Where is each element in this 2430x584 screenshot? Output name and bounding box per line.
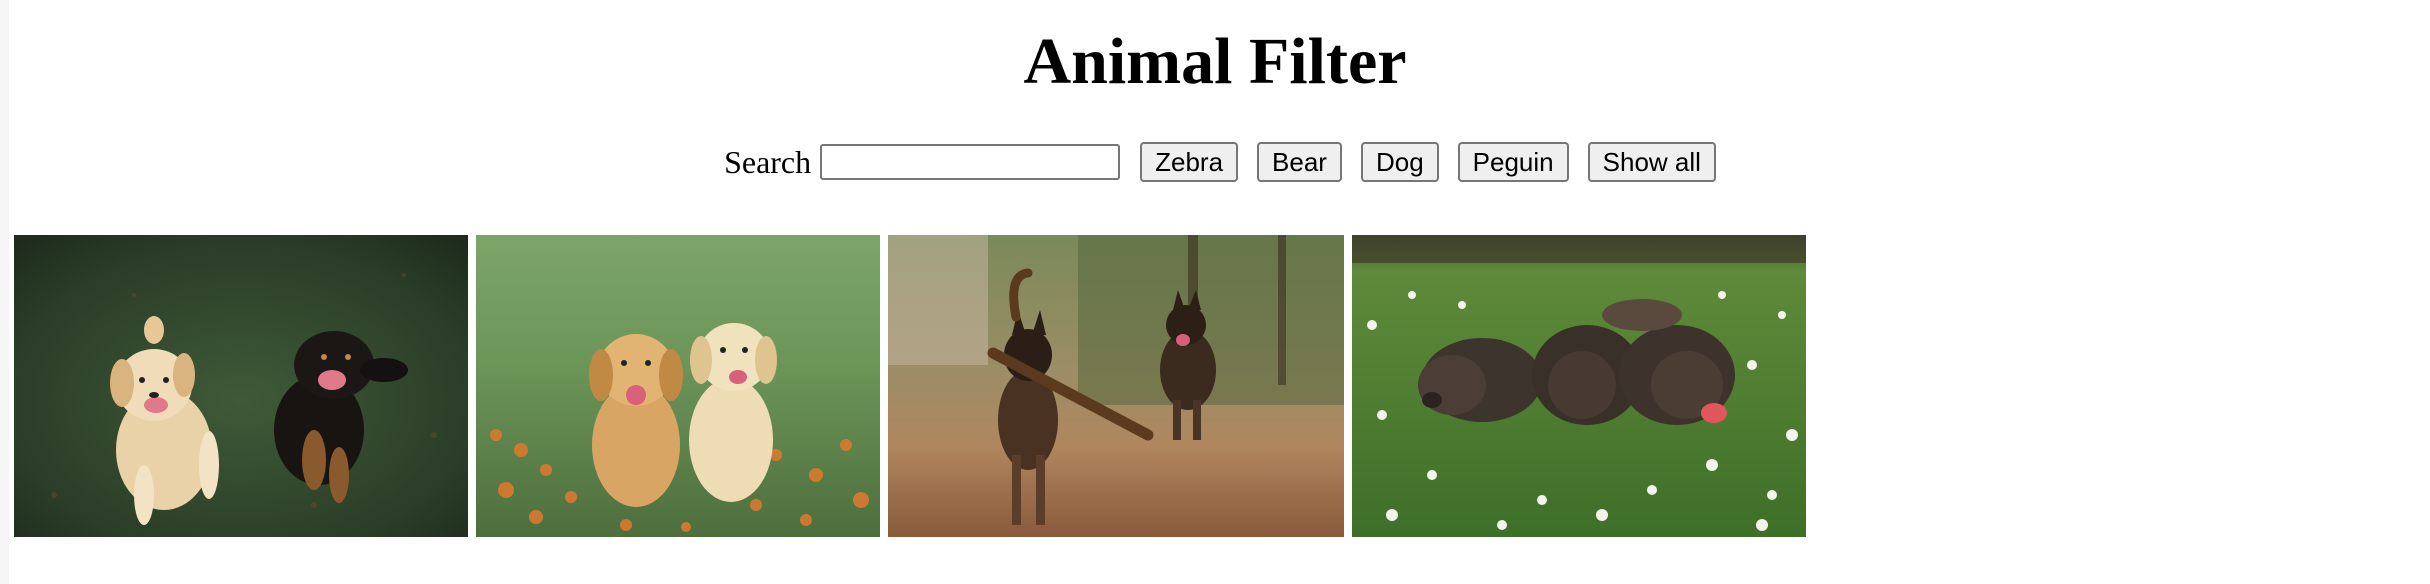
dog-filter-button[interactable]: Dog: [1360, 142, 1439, 182]
search-input[interactable]: [820, 144, 1121, 180]
search-label: Search: [724, 143, 812, 180]
photo-two-dogs-on-grass: [14, 235, 468, 537]
photo-two-golden-puppies: [476, 235, 880, 537]
penguin-filter-button[interactable]: Peguin: [1457, 142, 1569, 182]
photo-three-chocolate-puppies: [1352, 235, 1806, 537]
page-title: Animal Filter: [1023, 25, 1407, 98]
show-all-button[interactable]: Show all: [1587, 142, 1716, 182]
photo-shepherd-dogs-with-stick: [888, 235, 1344, 537]
zebra-filter-button[interactable]: Zebra: [1140, 142, 1239, 182]
bear-filter-button[interactable]: Bear: [1257, 142, 1342, 182]
image-gallery: [14, 235, 1814, 537]
filter-controls: Search Zebra Bear Dog Peguin Show all: [0, 140, 2430, 184]
